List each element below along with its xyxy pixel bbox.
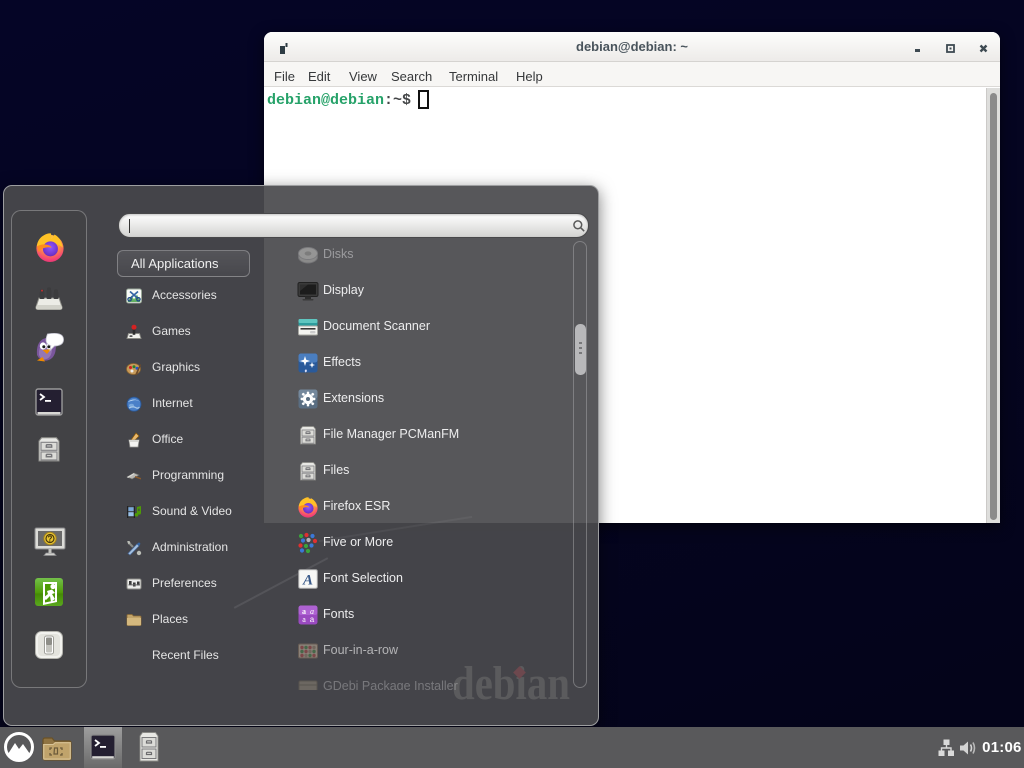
svg-text:a: a (310, 607, 314, 616)
svg-text:a: a (302, 615, 306, 624)
svg-text:a: a (310, 616, 315, 625)
svg-text:A: A (302, 573, 313, 589)
